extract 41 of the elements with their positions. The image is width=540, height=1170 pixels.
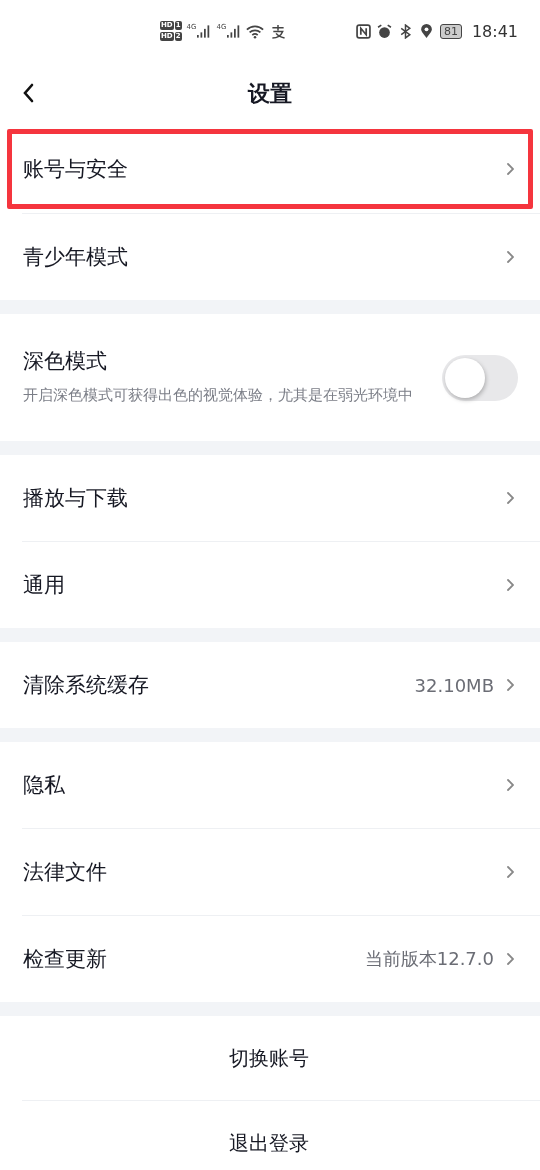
settings-row[interactable]: 法律文件 [0, 829, 540, 915]
settings-row[interactable]: 通用 [0, 542, 540, 628]
row-label: 通用 [23, 572, 65, 599]
row-label: 青少年模式 [23, 244, 128, 271]
chevron-icon [506, 491, 514, 505]
row-description: 开启深色模式可获得出色的视觉体验，尤其是在弱光环境中 [23, 385, 414, 406]
settings-row[interactable]: 隐私 [0, 742, 540, 828]
chevron-icon [506, 778, 514, 792]
location-icon [418, 23, 434, 39]
wifi-icon [246, 23, 265, 39]
row-label: 深色模式 [23, 348, 108, 375]
settings-row[interactable]: 清除系统缓存 32.10MB [0, 642, 540, 728]
action-button[interactable]: 切换账号 [0, 1016, 540, 1100]
alarm-icon [376, 23, 392, 39]
settings-row[interactable]: 播放与下载 [0, 455, 540, 541]
action-button[interactable]: 退出登录 [0, 1101, 540, 1170]
row-label: 清除系统缓存 [23, 672, 149, 699]
signal-icon [197, 24, 212, 38]
row-value: 当前版本12.7.0 [364, 947, 494, 971]
chevron-icon [506, 678, 514, 692]
status-time: 18:41 [471, 21, 518, 41]
chevron-icon [506, 250, 514, 264]
chevron-icon [506, 952, 514, 966]
nfc-icon [355, 23, 371, 39]
page-title: 设置 [248, 79, 292, 108]
settings-row[interactable]: 账号与安全 [3, 125, 537, 213]
row-label: 隐私 [23, 772, 65, 799]
settings-row[interactable]: 检查更新 当前版本12.7.0 [0, 916, 540, 1002]
chevron-icon [506, 578, 514, 592]
chevron-icon [506, 865, 514, 879]
row-label: 检查更新 [23, 946, 107, 973]
chevron-icon [506, 162, 514, 176]
signal-icon [227, 24, 242, 38]
toggle-switch[interactable] [442, 354, 518, 401]
row-value: 32.10MB [414, 674, 494, 696]
settings-row[interactable]: 青少年模式 [0, 214, 540, 300]
row-label: 法律文件 [23, 859, 107, 886]
row-label: 账号与安全 [23, 156, 128, 183]
back-icon[interactable] [22, 83, 34, 103]
row-label: 播放与下载 [23, 485, 128, 512]
battery-indicator: 81 [439, 23, 462, 39]
